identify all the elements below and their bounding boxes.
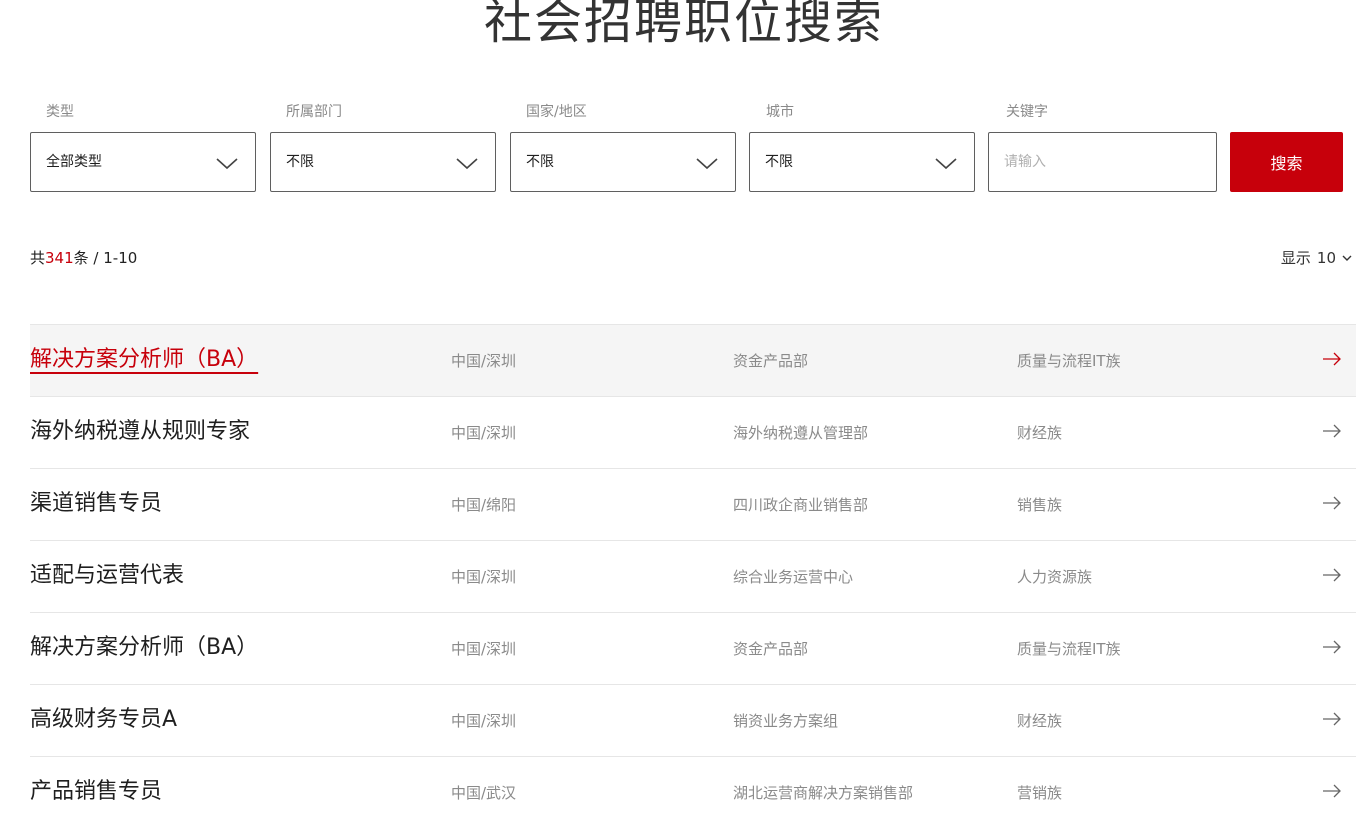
page-size-value: 10: [1316, 249, 1336, 267]
type-filter-label: 类型: [46, 104, 74, 120]
job-location: 中国/深圳: [451, 640, 517, 658]
search-button[interactable]: 搜索: [1230, 132, 1343, 192]
job-title-link[interactable]: 渠道销售专员: [30, 489, 162, 519]
arrow-right-icon[interactable]: [1322, 495, 1342, 511]
job-location: 中国/深圳: [451, 568, 517, 586]
arrow-right-icon[interactable]: [1322, 639, 1342, 655]
page-title: 社会招聘职位搜索: [483, 0, 884, 50]
job-search-page: 社会招聘职位搜索 类型 所属部门 国家/地区 城市 关键字 全部类型 不限 不限…: [0, 0, 1368, 823]
job-location: 中国/绵阳: [451, 496, 517, 514]
job-family: 财经族: [1017, 712, 1063, 730]
type-select[interactable]: 全部类型: [30, 132, 256, 192]
job-family: 质量与流程IT族: [1017, 352, 1121, 370]
chevron-down-icon: [696, 158, 718, 170]
keyword-filter-label: 关键字: [1006, 104, 1048, 120]
job-department: 海外纳税遵从管理部: [733, 424, 869, 442]
job-title-link[interactable]: 产品销售专员: [30, 777, 162, 807]
job-title-link[interactable]: 解决方案分析师（BA）: [30, 345, 258, 375]
result-count: 共341条 / 1-10: [30, 248, 137, 268]
job-title-link[interactable]: 解决方案分析师（BA）: [30, 633, 258, 663]
arrow-right-icon[interactable]: [1322, 711, 1342, 727]
job-department: 资金产品部: [733, 640, 809, 658]
job-row[interactable]: 产品销售专员 中国/武汉 湖北运营商解决方案销售部 营销族: [30, 756, 1356, 823]
country-filter-label: 国家/地区: [526, 104, 587, 120]
job-department: 资金产品部: [733, 352, 809, 370]
department-select-value: 不限: [286, 154, 314, 170]
arrow-right-icon[interactable]: [1322, 567, 1342, 583]
job-title-link[interactable]: 适配与运营代表: [30, 561, 184, 591]
arrow-right-icon[interactable]: [1322, 423, 1342, 439]
job-location: 中国/武汉: [451, 784, 517, 802]
result-count-prefix: 共: [30, 249, 46, 267]
job-row[interactable]: 海外纳税遵从规则专家 中国/深圳 海外纳税遵从管理部 财经族: [30, 396, 1356, 468]
job-row[interactable]: 适配与运营代表 中国/深圳 综合业务运营中心 人力资源族: [30, 540, 1356, 612]
job-row[interactable]: 高级财务专员A 中国/深圳 销资业务方案组 财经族: [30, 684, 1356, 756]
job-location: 中国/深圳: [451, 352, 517, 370]
job-family: 财经族: [1017, 424, 1063, 442]
arrow-right-icon[interactable]: [1322, 351, 1342, 367]
arrow-right-icon[interactable]: [1322, 783, 1342, 799]
type-select-value: 全部类型: [46, 154, 102, 170]
page-size-label: 显示: [1280, 249, 1311, 267]
job-location: 中国/深圳: [451, 712, 517, 730]
result-range: 条 / 1-10: [73, 249, 138, 267]
job-title-link[interactable]: 海外纳税遵从规则专家: [30, 417, 250, 447]
page-size-dropdown[interactable]: 显示 10: [1281, 248, 1352, 268]
job-department: 湖北运营商解决方案销售部: [733, 784, 914, 802]
job-department: 销资业务方案组: [733, 712, 839, 730]
keyword-input[interactable]: [988, 132, 1217, 192]
job-location: 中国/深圳: [451, 424, 517, 442]
job-row[interactable]: 解决方案分析师（BA） 中国/深圳 资金产品部 质量与流程IT族: [30, 324, 1356, 396]
job-family: 质量与流程IT族: [1017, 640, 1121, 658]
country-select[interactable]: 不限: [510, 132, 736, 192]
job-family: 人力资源族: [1017, 568, 1093, 586]
department-select[interactable]: 不限: [270, 132, 496, 192]
job-family: 营销族: [1017, 784, 1063, 802]
job-title-link[interactable]: 高级财务专员A: [30, 705, 177, 735]
chevron-down-icon: [456, 158, 478, 170]
country-select-value: 不限: [526, 154, 554, 170]
department-filter-label: 所属部门: [286, 104, 342, 120]
job-list: 解决方案分析师（BA） 中国/深圳 资金产品部 质量与流程IT族 海外纳税遵从规…: [30, 324, 1356, 823]
job-department: 综合业务运营中心: [733, 568, 854, 586]
result-total: 341: [45, 249, 74, 267]
chevron-down-icon: [1342, 255, 1352, 261]
job-row[interactable]: 解决方案分析师（BA） 中国/深圳 资金产品部 质量与流程IT族: [30, 612, 1356, 684]
city-filter-label: 城市: [766, 104, 794, 120]
chevron-down-icon: [216, 158, 238, 170]
city-select[interactable]: 不限: [749, 132, 975, 192]
job-family: 销售族: [1017, 496, 1063, 514]
job-department: 四川政企商业销售部: [733, 496, 869, 514]
city-select-value: 不限: [765, 154, 793, 170]
job-row[interactable]: 渠道销售专员 中国/绵阳 四川政企商业销售部 销售族: [30, 468, 1356, 540]
chevron-down-icon: [935, 158, 957, 170]
